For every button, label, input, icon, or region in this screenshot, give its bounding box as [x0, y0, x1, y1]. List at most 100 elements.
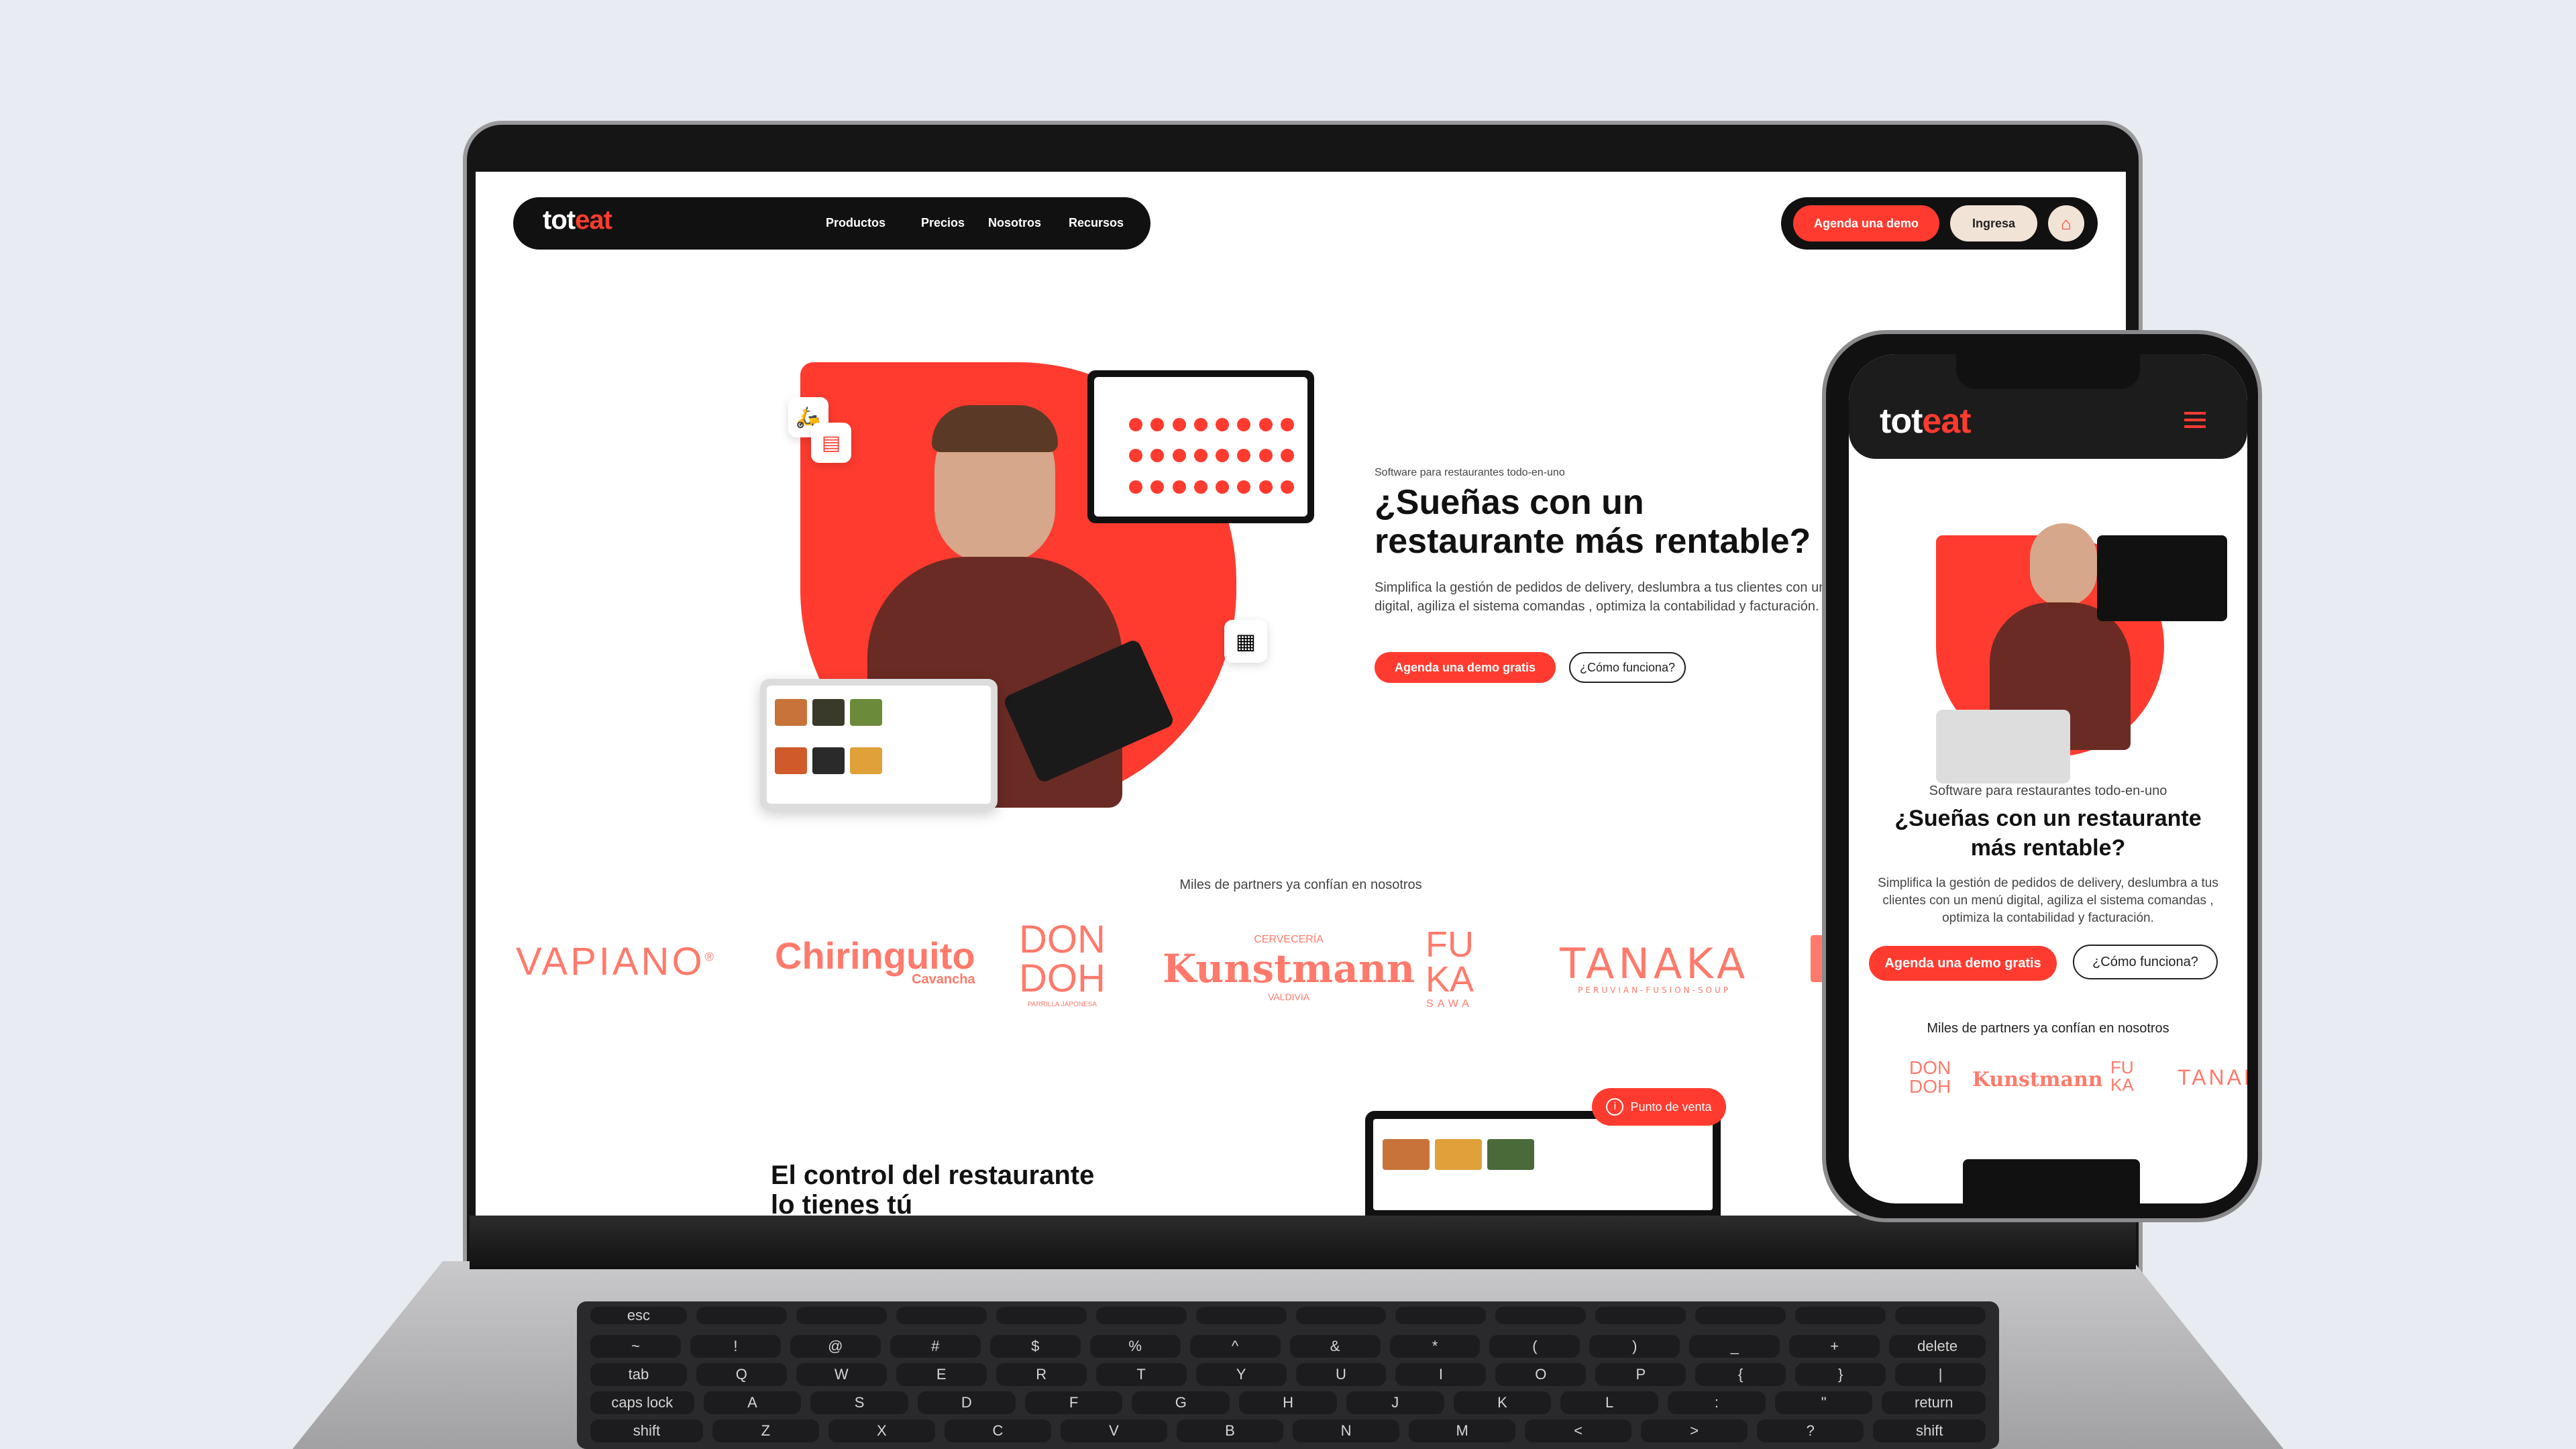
keyboard-key[interactable]: ! [690, 1335, 781, 1358]
keyboard-key[interactable]: C [944, 1419, 1051, 1442]
keyboard-key[interactable]: D [918, 1391, 1016, 1414]
partner-logo-fuka-sawa: FU KA SAWA [1426, 924, 1474, 1010]
person-hair [932, 405, 1058, 452]
keyboard-key[interactable]: U [1295, 1363, 1387, 1386]
keyboard-key[interactable]: P [1595, 1363, 1686, 1386]
keyboard-key[interactable]: V [1060, 1419, 1167, 1442]
keyboard-key[interactable]: ~ [590, 1335, 681, 1358]
nav-link-productos[interactable]: Productos [826, 216, 885, 230]
keyboard-key[interactable]: % [1089, 1335, 1181, 1358]
keyboard-key[interactable] [896, 1307, 987, 1324]
table-dot [1193, 449, 1208, 462]
keyboard-key[interactable]: S [810, 1391, 908, 1414]
keyboard-key[interactable]: N [1293, 1419, 1400, 1442]
keyboard-key[interactable]: + [1789, 1335, 1880, 1358]
hamburger-menu-icon[interactable] [2184, 412, 2206, 428]
keyboard-key[interactable]: R [996, 1363, 1087, 1386]
chef-hat-icon[interactable]: ⌂ [2048, 205, 2084, 241]
keyboard-key[interactable]: I [1395, 1363, 1487, 1386]
ingresa-button[interactable]: Ingresa [1950, 205, 2037, 241]
keyboard-key[interactable]: O [1495, 1363, 1587, 1386]
keyboard-key[interactable] [1795, 1307, 1886, 1324]
keyboard-key[interactable] [696, 1307, 787, 1324]
keyboard-key[interactable]: < [1525, 1419, 1632, 1442]
keyboard-key[interactable]: B [1176, 1419, 1284, 1442]
keyboard-key[interactable]: " [1774, 1391, 1873, 1414]
phone-person-head [2030, 523, 2097, 606]
keyboard-key[interactable] [1195, 1307, 1287, 1324]
nav-link-recursos[interactable]: Recursos [1069, 216, 1124, 230]
keyboard-key[interactable]: X [828, 1419, 935, 1442]
keyboard-key[interactable]: > [1641, 1419, 1748, 1442]
keyboard-key[interactable]: F [1024, 1391, 1123, 1414]
table-dot [1258, 417, 1273, 431]
keyboard-key[interactable] [1495, 1307, 1587, 1324]
keyboard-key[interactable]: * [1389, 1335, 1481, 1358]
keyboard-key[interactable] [1295, 1307, 1387, 1324]
table-dot [1193, 480, 1208, 494]
keyboard-key[interactable] [1695, 1307, 1786, 1324]
keyboard-key[interactable]: J [1346, 1391, 1444, 1414]
logo[interactable]: toteat [543, 205, 612, 235]
keyboard-key[interactable] [796, 1307, 887, 1324]
keyboard-key[interactable]: caps lock [590, 1391, 694, 1414]
phone-logo[interactable]: toteat [1880, 401, 1972, 441]
como-funciona-button[interactable]: ¿Cómo funciona? [1569, 652, 1686, 683]
keyboard-key[interactable]: { [1695, 1363, 1786, 1386]
keyboard-key[interactable] [1095, 1307, 1187, 1324]
keyboard-key[interactable]: shift [1873, 1419, 1986, 1442]
keyboard-key[interactable]: K [1453, 1391, 1552, 1414]
keyboard-key[interactable]: delete [1889, 1335, 1986, 1358]
keyboard-row: tab Q W E R T Y U I O P {} | [590, 1363, 1986, 1386]
keyboard-key[interactable]: return [1882, 1391, 1986, 1414]
table-dot [1280, 449, 1294, 462]
hero-title: ¿Sueñas con un restaurante más rentable? [1375, 483, 1884, 561]
keyboard-key[interactable]: esc [590, 1307, 687, 1324]
keyboard-key[interactable]: } [1795, 1363, 1886, 1386]
keyboard-key[interactable]: $ [989, 1335, 1081, 1358]
table-dot [1258, 480, 1273, 494]
keyboard-key[interactable] [996, 1307, 1087, 1324]
keyboard-key[interactable]: _ [1689, 1335, 1780, 1358]
keyboard-key[interactable]: G [1132, 1391, 1230, 1414]
food-thumb [775, 747, 807, 774]
phone-demo-button[interactable]: Agenda una demo gratis [1869, 946, 2057, 981]
keyboard-key[interactable]: | [1895, 1363, 1986, 1386]
keyboard-key[interactable]: @ [790, 1335, 881, 1358]
keyboard-key[interactable]: Q [696, 1363, 787, 1386]
keyboard-key[interactable]: ^ [1189, 1335, 1281, 1358]
keyboard-key[interactable]: A [703, 1391, 802, 1414]
phone-como-funciona-button[interactable]: ¿Cómo funciona? [2073, 945, 2218, 979]
keyboard-key[interactable] [1595, 1307, 1686, 1324]
keyboard-key[interactable]: ) [1589, 1335, 1680, 1358]
nav-link-nosotros[interactable]: Nosotros [988, 216, 1041, 230]
keyboard-key[interactable]: # [890, 1335, 981, 1358]
keyboard-key[interactable]: shift [590, 1419, 703, 1442]
keyboard-key[interactable]: M [1409, 1419, 1516, 1442]
keyboard-key[interactable]: Z [712, 1419, 819, 1442]
keyboard-key[interactable]: & [1289, 1335, 1381, 1358]
keyboard-key[interactable]: Y [1195, 1363, 1287, 1386]
keyboard-keys: esc ~! @ # $% ^ & * () _ + delete tab Q W E R T Y U I O P {} | ca… [590, 1307, 1986, 1448]
food-thumb [1435, 1139, 1482, 1170]
hero-kicker: Software para restaurantes todo-en-uno [1375, 467, 1565, 478]
keyboard-key[interactable]: E [896, 1363, 987, 1386]
nav-link-precios[interactable]: Precios [921, 216, 965, 230]
phone-screen: toteat Software para restaurantes todo-e… [1849, 354, 2247, 1203]
keyboard-key[interactable]: ? [1757, 1419, 1864, 1442]
keyboard-key[interactable]: : [1668, 1391, 1766, 1414]
table-dot [1216, 417, 1229, 431]
hero-demo-button[interactable]: Agenda una demo gratis [1375, 652, 1556, 683]
keyboard-key[interactable]: L [1560, 1391, 1659, 1414]
keyboard-key[interactable] [1895, 1307, 1986, 1324]
keyboard-key[interactable] [1395, 1307, 1487, 1324]
keyboard-key[interactable]: H [1239, 1391, 1337, 1414]
section-title: El control del restaurante lo tienes tú [771, 1161, 1095, 1216]
keyboard-key[interactable]: W [796, 1363, 887, 1386]
receipt-icon-card: ▤ [811, 423, 851, 463]
agenda-demo-button[interactable]: Agenda una demo [1793, 205, 1939, 241]
keyboard-key[interactable]: T [1095, 1363, 1187, 1386]
phone-hero-body: Simplifica la gestión de pedidos de deli… [1878, 876, 2218, 925]
keyboard-key[interactable]: ( [1489, 1335, 1580, 1358]
keyboard-key[interactable]: tab [590, 1363, 687, 1386]
